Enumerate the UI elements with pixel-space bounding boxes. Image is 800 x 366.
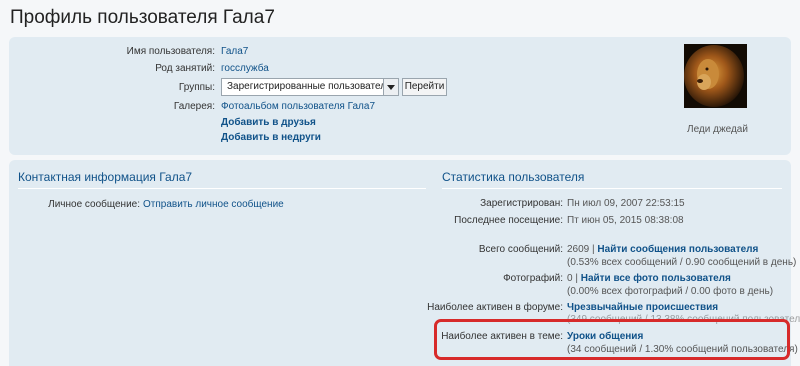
contact-divider [18, 188, 426, 189]
last-visit-value: Пт июн 05, 2015 08:38:08 [567, 215, 684, 226]
username-value[interactable]: Гала7 [221, 46, 248, 57]
go-button[interactable]: Перейти [402, 78, 447, 96]
total-posts-row: 2609 | Найти сообщения пользователя [567, 244, 758, 255]
groups-label: Группы: [178, 82, 215, 93]
active-forum-link[interactable]: Чрезвычайные происшествия [567, 302, 718, 313]
stats-divider [442, 188, 782, 189]
posts-detail: (0.53% всех сообщений / 0.90 сообщений в… [567, 257, 797, 268]
registered-value: Пн июл 09, 2007 22:53:15 [567, 198, 685, 209]
last-visit-label: Последнее посещение: [454, 215, 563, 226]
contact-heading: Контактная информация Гала7 [18, 170, 193, 184]
occupation-value: госслужба [221, 63, 269, 74]
dropdown-arrow-icon[interactable] [383, 79, 398, 95]
gallery-link[interactable]: Фотоальбом пользователя Гала7 [221, 101, 375, 112]
total-posts-value: 2609 | [567, 244, 595, 255]
groups-select-value: Зарегистрированные пользователи [227, 81, 392, 92]
photos-label: Фотографий: [503, 273, 563, 284]
find-posts-link[interactable]: Найти сообщения пользователя [597, 244, 758, 255]
pm-label: Личное сообщение: [48, 199, 140, 210]
registered-label: Зарегистрирован: [480, 198, 563, 209]
add-foe-link[interactable]: Добавить в недруги [221, 132, 321, 143]
active-forum-label: Наиболее активен в форуме: [427, 302, 563, 313]
gallery-label: Галерея: [173, 101, 215, 112]
photos-detail: (0.00% всех фотографий / 0.00 фото в ден… [567, 286, 774, 297]
pm-link[interactable]: Отправить личное сообщение [143, 199, 284, 210]
occupation-label: Род занятий: [155, 63, 215, 74]
photos-value: 0 | [567, 273, 578, 284]
groups-select[interactable]: Зарегистрированные пользователи [221, 78, 399, 96]
stats-heading: Статистика пользователя [442, 170, 585, 184]
avatar [684, 44, 747, 108]
find-photos-link[interactable]: Найти все фото пользователя [581, 273, 731, 284]
page-title: Профиль пользователя Гала7 [10, 7, 275, 28]
avatar-caption: Леди джедай [687, 124, 748, 135]
photos-row: 0 | Найти все фото пользователя [567, 273, 731, 284]
username-label: Имя пользователя: [126, 46, 215, 57]
highlight-box [434, 319, 790, 360]
total-posts-label: Всего сообщений: [478, 244, 563, 255]
add-friend-link[interactable]: Добавить в друзья [221, 117, 316, 128]
